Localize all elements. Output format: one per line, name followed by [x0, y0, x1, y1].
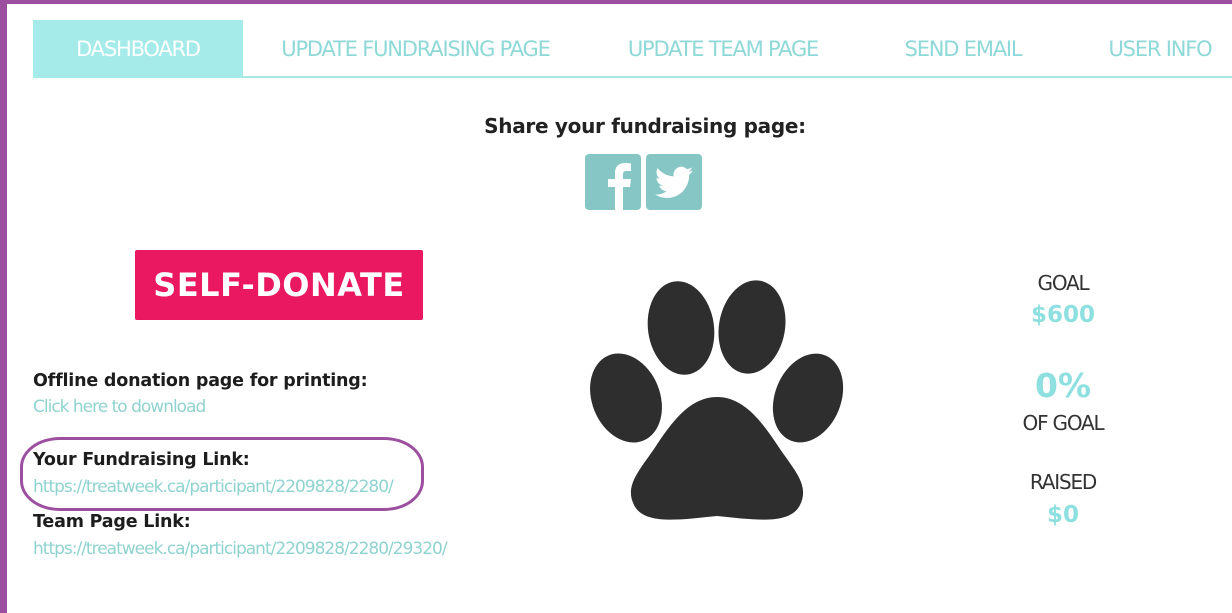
share-title: Share your fundraising page: [484, 114, 806, 138]
percent-of-goal-label: OF GOAL [1022, 411, 1105, 435]
team-page-link-label: Team Page Link: [33, 512, 191, 532]
team-page-link[interactable]: https://treatweek.ca/participant/2209828… [33, 539, 448, 559]
twitter-share-button[interactable] [646, 154, 702, 210]
tab-user-info[interactable]: USER INFO [1088, 20, 1232, 78]
raised-label: RAISED [1029, 470, 1097, 494]
paw-icon [590, 280, 844, 520]
fundraising-link[interactable]: https://treatweek.ca/participant/2209828… [33, 477, 394, 497]
tab-dashboard[interactable]: DASHBOARD [33, 20, 243, 78]
tab-update-fundraising-page[interactable]: UPDATE FUNDRAISING PAGE [248, 20, 583, 78]
main-nav: DASHBOARD UPDATE FUNDRAISING PAGE UPDATE… [33, 20, 1232, 78]
goal-label: GOAL [1037, 271, 1090, 295]
offline-download-link[interactable]: Click here to download [33, 397, 206, 417]
goal-value: $600 [1030, 302, 1095, 328]
tab-send-email[interactable]: SEND EMAIL [878, 20, 1048, 78]
raised-value: $0 [1046, 502, 1079, 528]
percent-of-goal-value: 0% [1034, 366, 1092, 405]
offline-donation-label: Offline donation page for printing: [33, 371, 368, 391]
twitter-icon [654, 166, 693, 198]
facebook-icon [608, 163, 631, 210]
tab-update-team-page[interactable]: UPDATE TEAM PAGE [603, 20, 843, 78]
self-donate-button[interactable]: SELF-DONATE [135, 250, 423, 320]
facebook-share-button[interactable] [585, 154, 641, 210]
fundraising-link-label: Your Fundraising Link: [33, 450, 250, 470]
fundraising-link-highlight [20, 437, 424, 511]
